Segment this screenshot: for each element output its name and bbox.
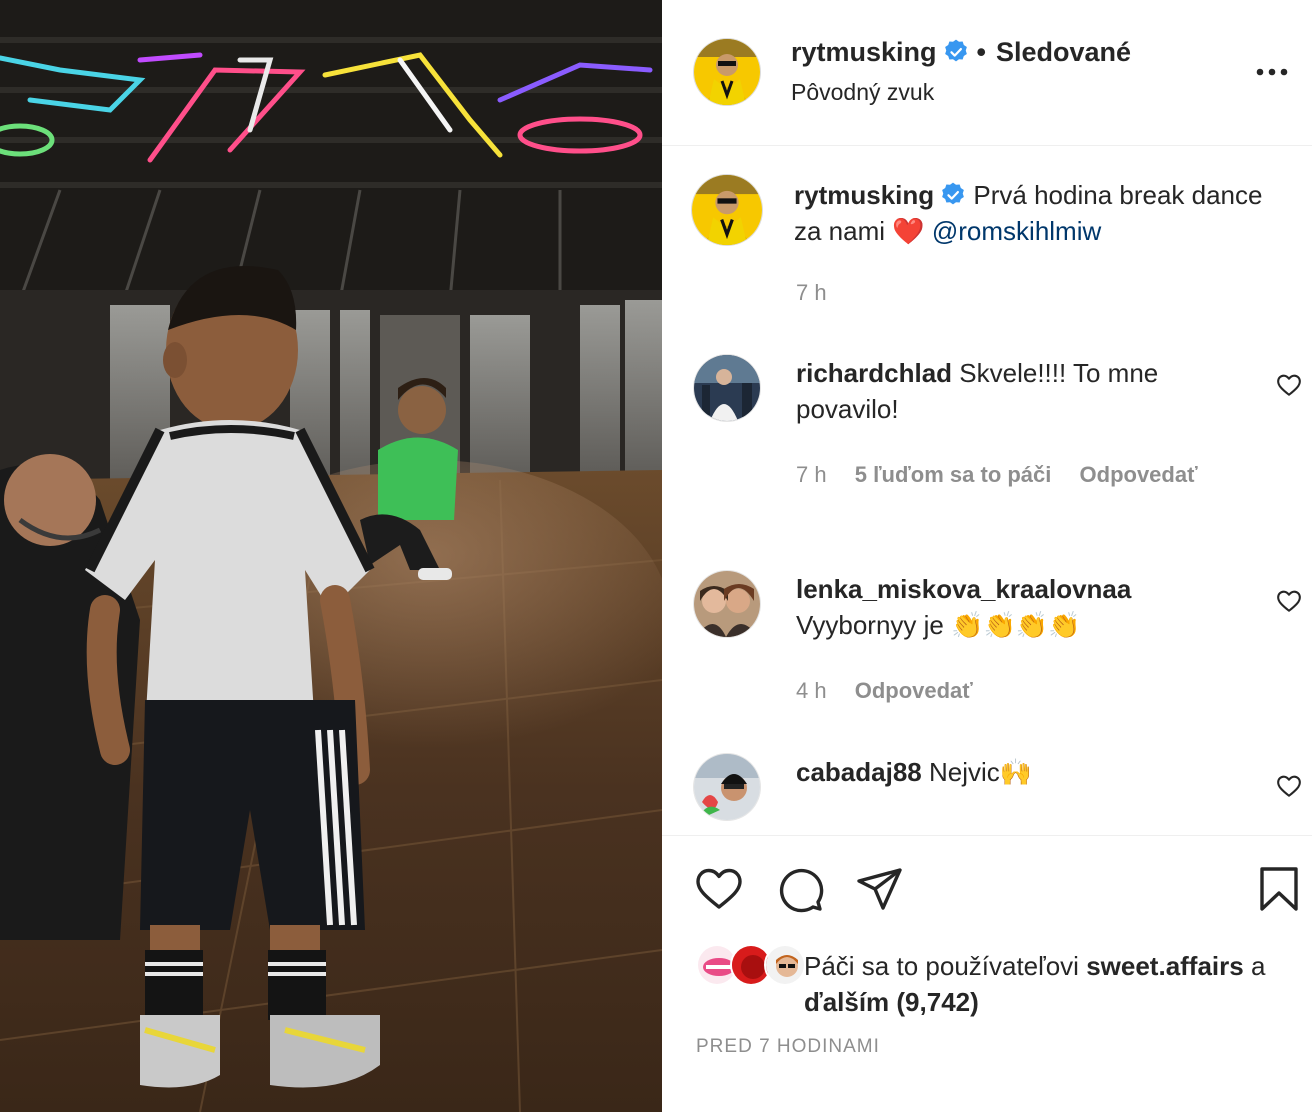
comment-body: Nejvic🙌	[928, 757, 1033, 787]
post-actions: Páči sa to používateľovi sweet.affairs a…	[662, 835, 1312, 1112]
comment-icon[interactable]	[775, 864, 825, 914]
audio-label[interactable]: Pôvodný zvuk	[791, 79, 934, 106]
caption-avatar[interactable]	[692, 175, 762, 245]
more-icon[interactable]	[1252, 52, 1292, 92]
reply-button[interactable]: Odpovedať	[1080, 462, 1198, 487]
caption-meta: 7 h	[796, 280, 849, 306]
liker-avatar-3	[764, 944, 806, 986]
caption-mention-link[interactable]: @romskihlmiw	[932, 216, 1101, 246]
likes-suffix: a	[1250, 951, 1266, 981]
bookmark-icon[interactable]	[1254, 864, 1304, 914]
heart-icon[interactable]	[694, 864, 744, 914]
comments-feed[interactable]: rytmusking Prvá hodina break dance za na…	[662, 147, 1312, 835]
header-user-line: rytmusking • Sledované	[791, 37, 1131, 68]
likes-prefix: Páči sa to používateľovi	[804, 951, 1079, 981]
liker-avatars[interactable]	[696, 944, 806, 988]
comment-lenka: lenka_miskova_kraalovnaa Vyybornyy je 👏👏…	[796, 571, 1236, 643]
likes-text: Páči sa to používateľovi sweet.affairs a…	[804, 948, 1304, 1020]
author-username[interactable]: rytmusking	[791, 37, 937, 67]
post-panel: rytmusking • Sledované Pôvodný zvuk rytmus…	[662, 0, 1312, 1112]
caption-username[interactable]: rytmusking	[794, 180, 934, 210]
post-timestamp[interactable]: Pred 7 hodinami	[696, 1036, 880, 1058]
comment-username[interactable]: lenka_miskova_kraalovnaa	[796, 574, 1131, 604]
verified-badge-icon	[942, 182, 965, 205]
likes-count-link[interactable]: ďalším (9,742)	[804, 987, 979, 1017]
comment-time: 7 h	[796, 462, 827, 487]
comment-avatar-richardchlad[interactable]	[694, 355, 760, 421]
reply-button[interactable]: Odpovedať	[855, 678, 973, 703]
comment-meta-richardchlad: 7 h 5 ľuďom sa to páči Odpovedať	[796, 462, 1220, 488]
post-header: rytmusking • Sledované Pôvodný zvuk	[662, 0, 1312, 146]
post-photo[interactable]	[0, 0, 662, 1112]
comment-avatar-cabadaj88[interactable]	[694, 754, 760, 820]
comment-username[interactable]: cabadaj88	[796, 757, 922, 787]
comment-body: Vyybornyy je 👏👏👏👏	[796, 610, 1081, 640]
comment-like-heart-icon[interactable]	[1276, 372, 1302, 398]
comment-avatar-lenka[interactable]	[694, 571, 760, 637]
verified-badge-icon	[944, 39, 967, 62]
header-separator: •	[976, 37, 986, 67]
comment-time: 4 h	[796, 678, 827, 703]
liker-username-link[interactable]: sweet.affairs	[1086, 951, 1244, 981]
comment-username[interactable]: richardchlad	[796, 358, 952, 388]
caption-text: rytmusking Prvá hodina break dance za na…	[794, 177, 1274, 249]
author-avatar[interactable]	[694, 39, 760, 105]
comment-like-heart-icon[interactable]	[1276, 773, 1302, 799]
share-icon[interactable]	[855, 864, 905, 914]
comment-like-heart-icon[interactable]	[1276, 588, 1302, 614]
comment-meta-lenka: 4 h Odpovedať	[796, 678, 995, 704]
follow-status-button[interactable]: Sledované	[996, 37, 1131, 67]
caption-time: 7 h	[796, 280, 827, 305]
comment-richardchlad: richardchlad Skvele!!!! To mne povavilo!	[796, 355, 1236, 427]
comment-likes-link[interactable]: 5 ľuďom sa to páči	[855, 462, 1052, 487]
comment-cabadaj88: cabadaj88 Nejvic🙌	[796, 754, 1236, 790]
likes-summary: Páči sa to používateľovi sweet.affairs a…	[696, 944, 1296, 1024]
